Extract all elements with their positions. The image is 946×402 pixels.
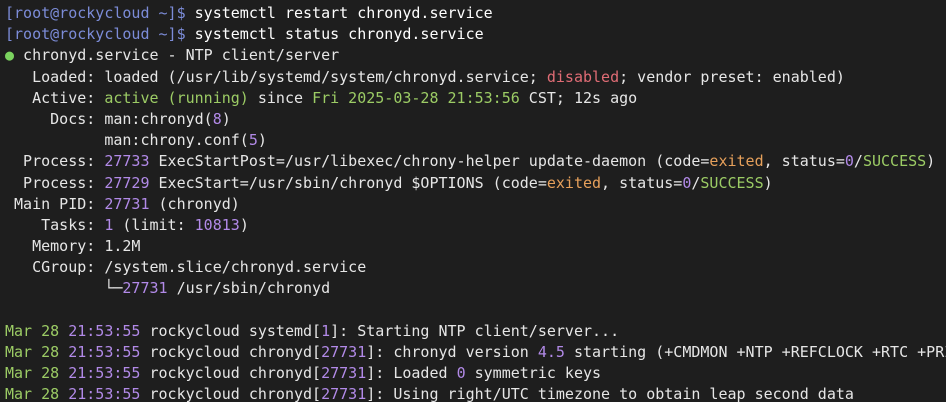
active-status: active (running): [104, 88, 249, 107]
log-msg: starting (+CMDMON +NTP +REFCLOCK +RTC +P…: [564, 343, 946, 361]
docs-2-num: 5: [248, 131, 258, 150]
process-pid: 27729: [104, 173, 150, 192]
process-success: SUCCESS: [862, 152, 927, 171]
command-text: systemctl status chronyd.service: [194, 25, 484, 44]
log-date: Mar 28: [5, 321, 69, 340]
process-mid: , status=: [763, 152, 845, 171]
docs-2-pre: man:chrony.conf(: [5, 131, 249, 150]
process-end: ): [926, 152, 936, 171]
command-text: systemctl restart chronyd.service: [194, 4, 493, 22]
docs-1-post: ): [221, 109, 231, 128]
log-line-3: Mar 28 21:53:55 rockycloud chronyd[27731…: [0, 363, 946, 384]
log-version: 4.5: [537, 343, 565, 361]
log-msg: ]: Using right/UTC timezone to obtain le…: [366, 385, 854, 402]
process-status-num: 0: [844, 152, 854, 171]
cgroup-value: /system.slice/chronyd.service: [104, 258, 367, 277]
process-line-1: Process: 27733 ExecStartPost=/usr/libexe…: [0, 151, 946, 172]
tasks-label: Tasks:: [5, 215, 105, 234]
active-since: since: [248, 88, 313, 107]
docs-2-post: ): [257, 131, 267, 150]
main-pid-num: 27731: [104, 194, 150, 213]
log-msg: ]: Starting NTP client/server...: [330, 321, 620, 340]
log-msg: symmetric keys: [465, 364, 602, 383]
log-host: rockycloud chronyd[: [140, 364, 322, 383]
cgroup-tree-cmd: /usr/sbin/chronyd: [167, 279, 331, 298]
process-label: Process:: [5, 173, 105, 192]
log-line-2: Mar 28 21:53:55 rockycloud chronyd[27731…: [0, 342, 946, 363]
service-header: ● chronyd.service - NTP client/server: [0, 45, 946, 66]
log-time: 21:53:55: [68, 364, 141, 383]
process-status-num: 0: [682, 173, 692, 192]
log-msg: ]: chronyd version: [366, 343, 538, 361]
docs-line-2: man:chrony.conf(5): [0, 130, 946, 151]
service-title: chronyd.service - NTP client/server: [14, 46, 340, 65]
log-time: 21:53:55: [68, 321, 141, 340]
log-time: 21:53:55: [68, 385, 141, 402]
process-code: exited: [546, 173, 602, 192]
process-success: SUCCESS: [700, 173, 764, 192]
shell-prompt: [root@rockycloud ~]$: [5, 25, 195, 44]
memory-value: 1.2M: [104, 237, 141, 256]
tasks-line: Tasks: 1 (limit: 10813): [0, 215, 946, 236]
docs-label: Docs:: [5, 109, 105, 128]
process-mid: , status=: [601, 173, 683, 192]
log-pid: 27731: [321, 385, 367, 402]
tasks-limit: 10813: [194, 215, 240, 234]
log-count: 0: [456, 364, 466, 383]
process-cmd: ExecStart=/usr/sbin/chronyd $OPTIONS (co…: [149, 173, 547, 192]
loaded-post: ; vendor preset: enabled): [619, 67, 845, 86]
process-slash: /: [853, 152, 863, 171]
main-pid-label: Main PID:: [5, 194, 105, 213]
main-pid-line: Main PID: 27731 (chronyd): [0, 194, 946, 215]
active-line: Active: active (running) since Fri 2025-…: [0, 88, 946, 109]
tasks-limit-pre: (limit:: [113, 215, 195, 234]
log-time: 21:53:55: [68, 343, 141, 361]
process-label: Process:: [5, 152, 105, 171]
docs-line-1: Docs: man:chronyd(8): [0, 109, 946, 130]
disabled-text: disabled: [546, 67, 620, 86]
terminal-window[interactable]: [root@rockycloud ~]$ systemctl restart c…: [0, 0, 946, 402]
log-pid: 1: [321, 321, 331, 340]
command-line-2: [root@rockycloud ~]$ systemctl status ch…: [0, 24, 946, 45]
command-line-1: [root@rockycloud ~]$ systemctl restart c…: [0, 3, 946, 24]
main-pid-name: (chronyd): [149, 194, 240, 213]
cgroup-tree-line: └─27731 /usr/sbin/chronyd: [0, 278, 946, 299]
process-end: ): [763, 173, 773, 192]
docs-1-num: 8: [212, 109, 222, 128]
log-line-1: Mar 28 21:53:55 rockycloud systemd[1]: S…: [0, 321, 946, 342]
tasks-limit-post: ): [239, 215, 249, 234]
log-line-4: Mar 28 21:53:55 rockycloud chronyd[27731…: [0, 384, 946, 402]
shell-prompt: [root@rockycloud ~]$: [5, 4, 195, 22]
cgroup-tree-pid: 27731: [122, 279, 168, 298]
active-time: Fri 2025-03-28 21:53:56: [312, 88, 520, 107]
loaded-label: Loaded:: [5, 67, 105, 86]
active-rest: CST; 12s ago: [519, 88, 638, 107]
memory-label: Memory:: [5, 237, 105, 256]
docs-1-pre: man:chronyd(: [104, 109, 213, 128]
process-pid: 27733: [104, 152, 150, 171]
log-date: Mar 28: [5, 343, 69, 361]
cgroup-label: CGroup:: [5, 258, 105, 277]
active-label: Active:: [5, 88, 105, 107]
log-date: Mar 28: [5, 364, 69, 383]
process-line-2: Process: 27729 ExecStart=/usr/sbin/chron…: [0, 173, 946, 194]
log-host: rockycloud chronyd[: [140, 343, 322, 361]
memory-line: Memory: 1.2M: [0, 236, 946, 257]
log-pid: 27731: [321, 364, 367, 383]
process-cmd: ExecStartPost=/usr/libexec/chrony-helper…: [149, 152, 710, 171]
log-pid: 27731: [321, 343, 367, 361]
log-date: Mar 28: [5, 385, 69, 402]
cgroup-tree-prefix: └─: [5, 279, 123, 298]
process-code: exited: [709, 152, 764, 171]
loaded-line: Loaded: loaded (/usr/lib/systemd/system/…: [0, 67, 946, 88]
cgroup-line: CGroup: /system.slice/chronyd.service: [0, 257, 946, 278]
status-dot-icon: ●: [5, 46, 15, 65]
log-host: rockycloud systemd[: [140, 321, 322, 340]
log-msg: ]: Loaded: [366, 364, 457, 383]
log-host: rockycloud chronyd[: [140, 385, 322, 402]
loaded-pre: loaded (/usr/lib/systemd/system/chronyd.…: [104, 67, 547, 86]
